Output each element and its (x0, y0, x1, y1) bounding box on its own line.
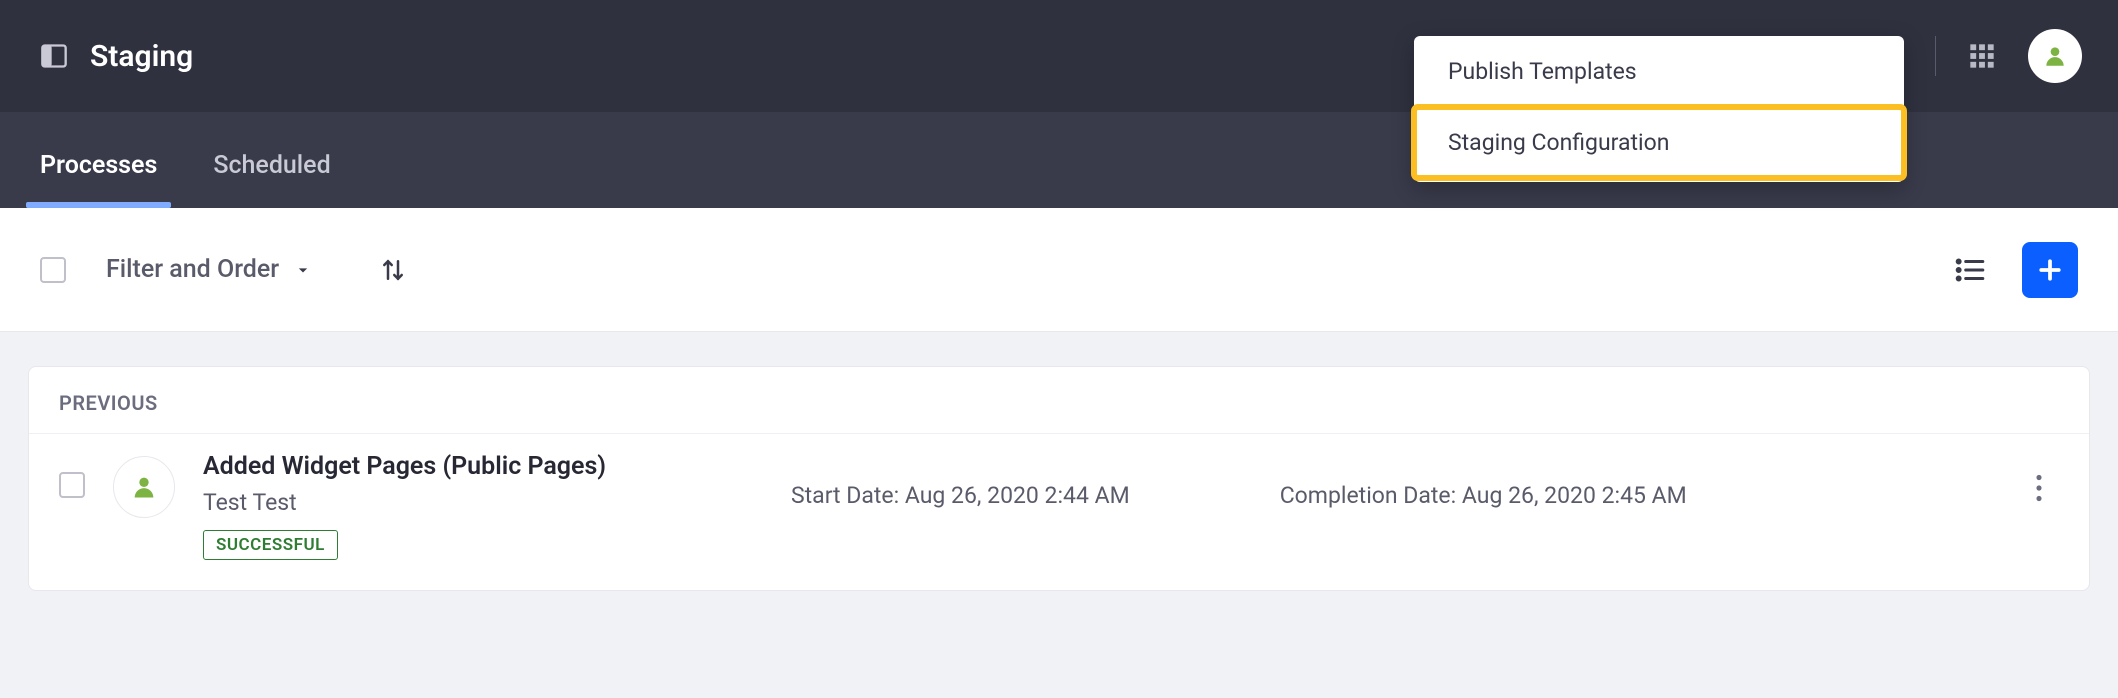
row-actions-button[interactable] (2019, 452, 2059, 502)
caret-down-icon (293, 260, 313, 280)
row-checkbox[interactable] (59, 472, 85, 498)
top-bar: Staging Publish Templates (0, 0, 2118, 112)
process-row[interactable]: Added Widget Pages (Public Pages) Test T… (29, 433, 2089, 590)
row-author: Test Test (203, 489, 763, 516)
options-dropdown: Publish Templates Staging Configuration (1414, 36, 1904, 182)
row-avatar-icon (113, 456, 175, 518)
apps-grid-icon[interactable] (1964, 38, 2000, 74)
sidebar-toggle-icon[interactable] (40, 42, 68, 70)
row-main: Added Widget Pages (Public Pages) Test T… (203, 452, 763, 560)
status-badge: SUCCESSFUL (203, 530, 338, 560)
select-all-checkbox[interactable] (40, 257, 66, 283)
previous-panel: PREVIOUS Added Widget Pages (Public Page… (28, 366, 2090, 591)
page-title: Staging (90, 39, 193, 74)
filter-order-dropdown[interactable]: Filter and Order (106, 255, 313, 284)
panel-header: PREVIOUS (29, 367, 2089, 433)
start-date: Start Date: Aug 26, 2020 2:44 AM (791, 482, 1130, 509)
divider (1935, 36, 1936, 76)
view-list-icon[interactable] (1948, 248, 1992, 292)
add-button[interactable] (2022, 242, 2078, 298)
tab-processes[interactable]: Processes (40, 151, 157, 208)
sort-direction-button[interactable] (373, 250, 413, 290)
toolbar-right (1948, 242, 2078, 298)
content-area: PREVIOUS Added Widget Pages (Public Page… (0, 332, 2118, 625)
row-dates: Start Date: Aug 26, 2020 2:44 AM Complet… (791, 452, 1991, 509)
tab-scheduled[interactable]: Scheduled (213, 151, 330, 208)
toolbar: Filter and Order (0, 208, 2118, 332)
completion-date: Completion Date: Aug 26, 2020 2:45 AM (1280, 482, 1687, 509)
dropdown-item-staging-configuration[interactable]: Staging Configuration (1414, 107, 1904, 178)
topbar-left: Staging (40, 39, 193, 74)
filter-order-label: Filter and Order (106, 255, 279, 284)
user-avatar[interactable] (2028, 29, 2082, 83)
dropdown-item-publish-templates[interactable]: Publish Templates (1414, 36, 1904, 107)
row-title: Added Widget Pages (Public Pages) (203, 452, 763, 481)
